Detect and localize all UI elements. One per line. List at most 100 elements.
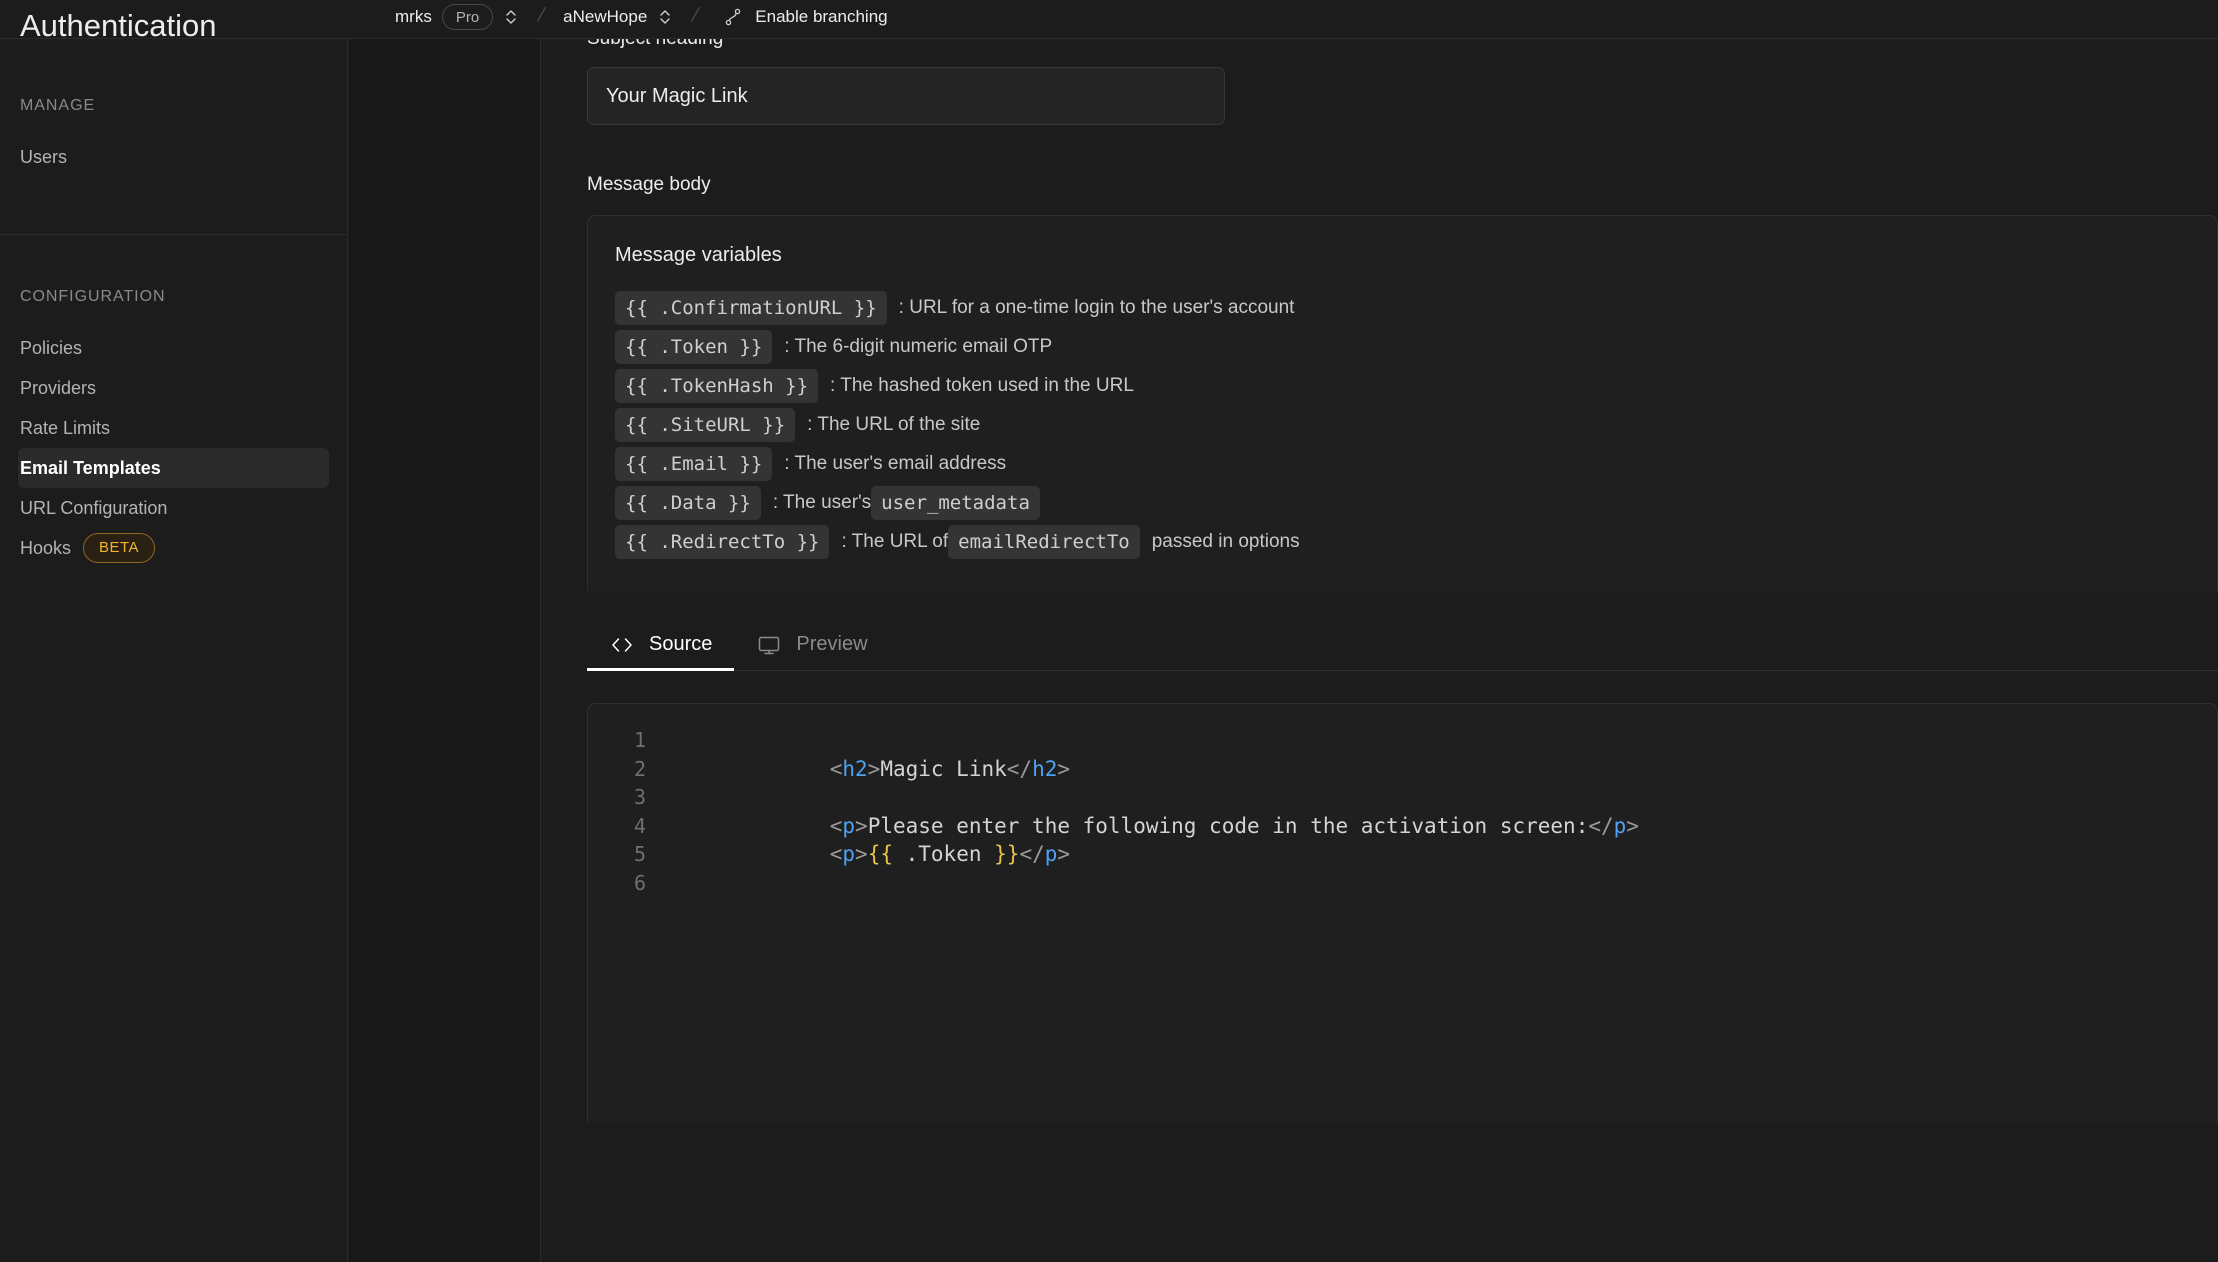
- code-token: >: [1626, 813, 1639, 838]
- code-token: </: [1006, 756, 1033, 781]
- sidebar-section-manage: MANAGE Users: [0, 39, 347, 234]
- variable-description-suffix: passed in options: [1151, 531, 1300, 552]
- sidebar-item-label-providers: Providers: [20, 378, 97, 398]
- code-token: >: [867, 756, 881, 781]
- code-line: 2 <h2>Magic Link</h2>: [588, 755, 2217, 784]
- breadcrumb-separator-2: /: [689, 5, 702, 26]
- tab-preview[interactable]: Preview: [734, 633, 889, 670]
- sidebar-item-policies[interactable]: Policies: [18, 328, 329, 368]
- code-token: p: [1044, 842, 1058, 866]
- variable-row: {{ .TokenHash }} : The hashed token used…: [615, 369, 2217, 403]
- message-variables-panel: Message variables {{ .ConfirmationURL }}…: [587, 215, 2218, 591]
- variable-token: {{ .TokenHash }}: [615, 369, 819, 403]
- line-number: 6: [633, 870, 646, 895]
- enable-branching-button[interactable]: Enable branching: [717, 6, 888, 30]
- code-token: >: [855, 842, 868, 866]
- message-variables-list: {{ .ConfirmationURL }} : URL for a one-t…: [615, 291, 2217, 559]
- sidebar-item-hooks[interactable]: Hooks BETA: [18, 528, 329, 568]
- variable-token: {{ .SiteURL }}: [615, 408, 796, 442]
- sidebar-item-users[interactable]: Users: [18, 137, 329, 177]
- header-title-region: Authentication: [0, 0, 348, 39]
- monitor-icon: [756, 634, 782, 656]
- sidebar-item-label-rate-limits: Rate Limits: [20, 418, 111, 438]
- variable-row: {{ .Data }} : The user's user_metadata: [615, 486, 2217, 520]
- line-content-5: <p>{{ .Token }}</p>: [664, 812, 1070, 898]
- line-number: 1: [633, 728, 646, 752]
- code-token: }}: [994, 842, 1020, 866]
- enable-branching-label: Enable branching: [755, 7, 888, 26]
- sidebar-section-configuration: CONFIGURATION Policies Providers Rate Li…: [0, 235, 347, 568]
- variable-row: {{ .ConfirmationURL }} : URL for a one-t…: [615, 291, 2217, 325]
- code-brackets-icon: [609, 634, 635, 656]
- top-header-bar: Authentication mrks Pro / aNewHope / Ena…: [0, 0, 2218, 39]
- sidebar-item-rate-limits[interactable]: Rate Limits: [18, 408, 329, 448]
- variable-row: {{ .SiteURL }} : The URL of the site: [615, 408, 2217, 442]
- sidebar: MANAGE Users CONFIGURATION Policies Prov…: [0, 39, 348, 1262]
- message-variables-title: Message variables: [615, 244, 782, 266]
- sidebar-item-label-policies: Policies: [20, 338, 83, 358]
- variable-description: : The user's email address: [784, 453, 1007, 474]
- editor-tabs: Source Preview: [587, 633, 2218, 671]
- project-name: aNewHope: [563, 7, 648, 26]
- sidebar-item-url-configuration[interactable]: URL Configuration: [18, 488, 329, 528]
- sidebar-heading-manage: MANAGE: [20, 97, 96, 114]
- message-body-label: Message body: [587, 174, 711, 195]
- code-token: .Token: [892, 842, 995, 866]
- organization-name: mrks: [395, 7, 432, 26]
- code-token: p: [842, 842, 856, 866]
- line-number: 5: [633, 842, 646, 866]
- variable-token: {{ .RedirectTo }}: [615, 525, 830, 559]
- sidebar-item-label-hooks: Hooks: [20, 538, 72, 558]
- source-code-editor[interactable]: 1 2 <h2>Magic Link</h2> 3 4 <p>Please en…: [587, 703, 2218, 1123]
- code-token: p: [1613, 813, 1627, 838]
- sidebar-item-label-users: Users: [20, 147, 68, 167]
- code-token: h2: [842, 756, 868, 781]
- line-number: 2: [633, 756, 646, 781]
- template-list-column: [349, 39, 541, 1262]
- code-token: </: [1019, 842, 1045, 866]
- subject-heading-value: Your Magic Link: [606, 84, 748, 107]
- variable-description: : URL for a one-time login to the user's…: [898, 297, 1295, 318]
- code-token: <: [829, 756, 843, 781]
- sidebar-item-label-email-templates: Email Templates: [20, 458, 161, 478]
- variable-token: {{ .ConfirmationURL }}: [615, 291, 887, 325]
- sidebar-item-providers[interactable]: Providers: [18, 368, 329, 408]
- code-token: <: [829, 842, 843, 866]
- code-token: h2: [1032, 756, 1058, 781]
- variable-description: : The user's: [772, 492, 872, 513]
- main-content: Subject heading Your Magic Link Message …: [542, 39, 2218, 1262]
- variable-description: : The URL of: [841, 531, 949, 552]
- git-branch-icon: [723, 6, 743, 28]
- variable-description: : The 6-digit numeric email OTP: [784, 336, 1053, 357]
- variable-token: {{ .Email }}: [615, 447, 773, 481]
- code-token: >: [1057, 756, 1071, 781]
- variable-inline-code: user_metadata: [871, 486, 1040, 520]
- variable-row: {{ .Email }} : The user's email address: [615, 447, 2217, 481]
- tab-source-label: Source: [649, 633, 713, 655]
- subject-heading-input[interactable]: Your Magic Link: [587, 67, 1225, 125]
- sidebar-item-email-templates[interactable]: Email Templates: [18, 448, 329, 488]
- variable-description: : The hashed token used in the URL: [830, 375, 1134, 396]
- breadcrumb-organization[interactable]: mrks Pro: [395, 4, 519, 32]
- plan-badge: Pro: [441, 4, 494, 30]
- breadcrumb-separator-1: /: [535, 5, 547, 26]
- code-token: {{: [867, 842, 893, 866]
- variable-token: {{ .Data }}: [615, 486, 761, 520]
- line-number: 3: [633, 785, 646, 809]
- tab-source[interactable]: Source: [587, 633, 735, 671]
- subject-heading-label: Subject heading: [587, 39, 2218, 51]
- breadcrumb: mrks Pro / aNewHope / Enable branching: [348, 0, 2218, 39]
- code-token: >: [1057, 842, 1071, 866]
- app-root: Authentication mrks Pro / aNewHope / Ena…: [0, 0, 2218, 1262]
- variable-inline-code: emailRedirectTo: [948, 525, 1140, 559]
- code-token: </: [1588, 813, 1614, 838]
- variable-token: {{ .Token }}: [615, 330, 773, 364]
- tab-preview-label: Preview: [796, 633, 868, 655]
- breadcrumb-project[interactable]: aNewHope: [563, 6, 673, 32]
- variable-row: {{ .RedirectTo }} : The URL of emailRedi…: [615, 525, 2217, 559]
- variable-description: : The URL of the site: [807, 414, 981, 435]
- line-number: 4: [633, 813, 646, 838]
- code-token: Magic Link: [880, 756, 1007, 781]
- sidebar-heading-configuration: CONFIGURATION: [20, 288, 166, 305]
